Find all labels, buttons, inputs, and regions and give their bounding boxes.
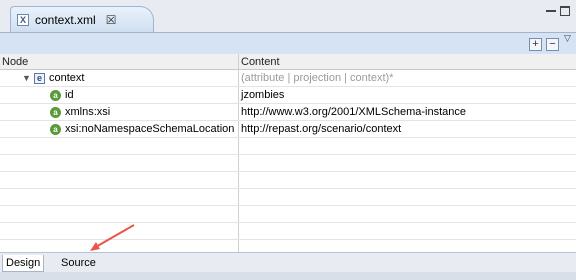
node-label: context [49,72,85,84]
table-row[interactable]: ▼ e context (attribute | projection | co… [0,71,576,87]
view-menu-icon[interactable]: ▽ [564,33,571,44]
empty-row [0,207,576,223]
minimize-icon[interactable] [546,10,556,16]
empty-row [0,139,576,155]
close-tab-icon[interactable]: ☒ [106,13,117,27]
status-bar [0,272,576,280]
editor-toolbar: + − ▽ [0,32,576,54]
maximize-icon[interactable] [560,6,570,16]
empty-row [0,190,576,206]
element-icon: e [34,72,45,84]
empty-row [0,173,576,189]
tree-node: a xmlns:xsi [50,106,110,118]
column-header-node[interactable]: Node [2,56,28,68]
content-value[interactable]: http://repast.org/scenario/context [241,123,401,135]
window-controls [546,2,570,16]
content-value[interactable]: (attribute | projection | context)* [241,72,393,84]
expand-twisty-icon[interactable]: ▼ [22,73,31,83]
node-label: xsi:noNamespaceSchemaLocation [65,123,235,135]
node-label: id [65,89,74,101]
table-header: Node Content [0,54,576,70]
table-row[interactable]: a id jzombies [0,88,576,104]
editor-tab-bar: X context.xml ☒ [0,0,576,32]
tree-node: a id [50,89,74,101]
editor-tab-title: context.xml [35,12,96,27]
tab-source[interactable]: Source [58,255,99,272]
empty-row [0,156,576,172]
tab-design[interactable]: Design [2,255,45,272]
collapse-all-button[interactable]: − [546,38,559,51]
table-row[interactable]: a xsi:noNamespaceSchemaLocation http://r… [0,122,576,138]
table-row[interactable]: a xmlns:xsi http://www.w3.org/2001/XMLSc… [0,105,576,121]
editor-page-tabs: Design Source [0,252,576,272]
attribute-icon: a [50,123,61,135]
attribute-icon: a [50,106,61,118]
content-value[interactable]: jzombies [241,89,284,101]
content-value[interactable]: http://www.w3.org/2001/XMLSchema-instanc… [241,106,466,118]
attribute-icon: a [50,89,61,101]
node-label: xmlns:xsi [65,106,111,118]
tree-node: ▼ e context [22,72,84,84]
editor-tab-context-xml[interactable]: X context.xml ☒ [10,6,154,32]
annotation-arrow [90,224,135,251]
tree-node: a xsi:noNamespaceSchemaLocation [50,123,234,135]
expand-all-button[interactable]: + [529,38,542,51]
xml-file-icon: X [17,13,29,26]
column-header-content[interactable]: Content [241,56,280,68]
